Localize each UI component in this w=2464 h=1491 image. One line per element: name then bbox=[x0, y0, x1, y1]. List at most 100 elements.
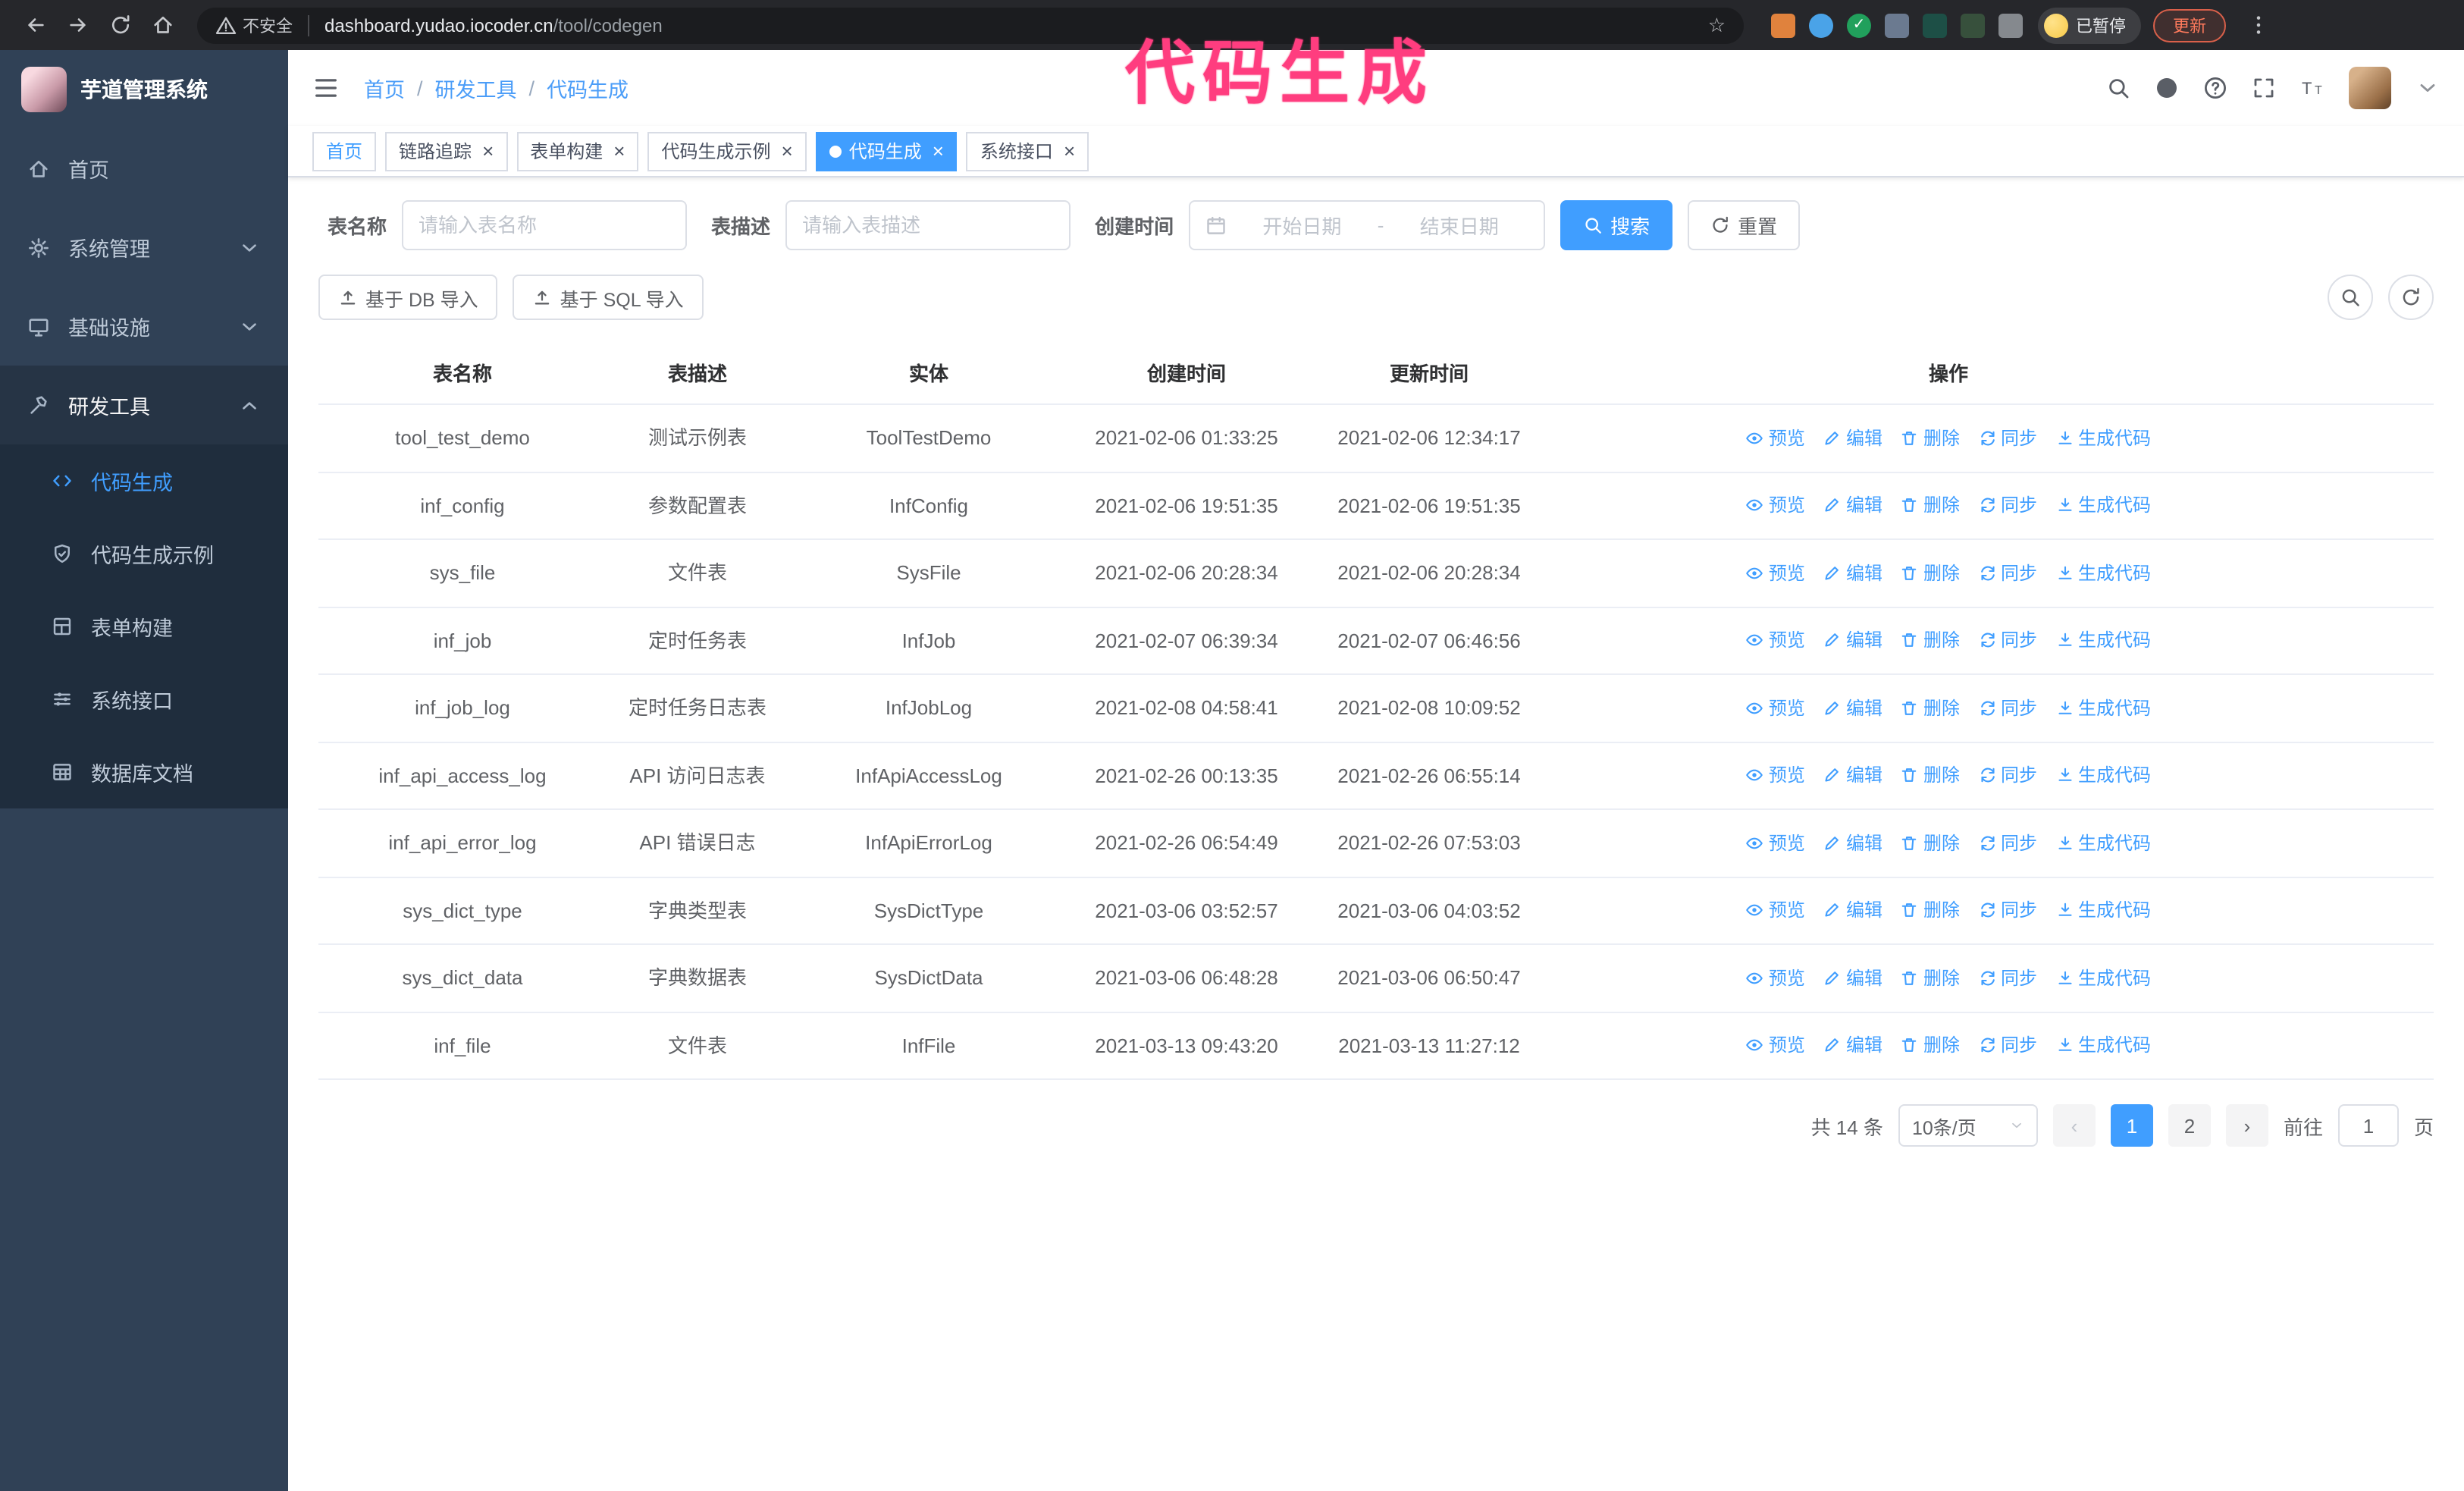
bookmark-star-icon[interactable]: ☆ bbox=[1708, 13, 1726, 37]
action-preview[interactable]: 预览 bbox=[1746, 695, 1805, 722]
tab-form-builder[interactable]: 表单构建 × bbox=[516, 131, 639, 171]
close-icon[interactable]: × bbox=[482, 141, 494, 161]
toggle-search-button[interactable] bbox=[2328, 275, 2373, 320]
action-delete[interactable]: 删除 bbox=[1901, 1032, 1960, 1059]
tab-system-api[interactable]: 系统接口 × bbox=[966, 131, 1089, 171]
action-sync[interactable]: 同步 bbox=[1978, 897, 2037, 924]
action-preview[interactable]: 预览 bbox=[1746, 897, 1805, 924]
action-sync[interactable]: 同步 bbox=[1978, 425, 2037, 452]
sidebar-subitem-db-doc[interactable]: 数据库文档 bbox=[0, 736, 288, 808]
prev-page-button[interactable]: ‹ bbox=[2052, 1104, 2096, 1147]
action-delete[interactable]: 删除 bbox=[1901, 897, 1960, 924]
chrome-update-button[interactable]: 更新 bbox=[2153, 8, 2226, 42]
action-edit[interactable]: 编辑 bbox=[1823, 965, 1882, 992]
action-preview[interactable]: 预览 bbox=[1746, 627, 1805, 654]
breadcrumb-item[interactable]: 研发工具 bbox=[435, 73, 517, 103]
action-edit[interactable]: 编辑 bbox=[1823, 492, 1882, 519]
ext-drop-icon[interactable] bbox=[1809, 13, 1833, 37]
action-edit[interactable]: 编辑 bbox=[1823, 695, 1882, 722]
action-generate-code[interactable]: 生成代码 bbox=[2055, 830, 2151, 857]
help-icon[interactable] bbox=[2203, 76, 2227, 100]
sidebar-subitem-codegen[interactable]: 代码生成 bbox=[0, 444, 288, 517]
reset-button[interactable]: 重置 bbox=[1688, 200, 1801, 250]
sidebar-item-devtools[interactable]: 研发工具 bbox=[0, 366, 288, 444]
sidebar-item-home[interactable]: 首页 bbox=[0, 129, 288, 208]
address-bar[interactable]: 不安全 dashboard.yudao.iocoder.cn/tool/code… bbox=[197, 7, 1744, 43]
ext-people-icon[interactable] bbox=[1885, 13, 1909, 37]
page-button-1[interactable]: 1 bbox=[2110, 1104, 2153, 1147]
tab-home[interactable]: 首页 bbox=[312, 131, 377, 171]
fullscreen-icon[interactable] bbox=[2252, 76, 2276, 100]
action-delete[interactable]: 删除 bbox=[1901, 492, 1960, 519]
action-edit[interactable]: 编辑 bbox=[1823, 425, 1882, 452]
refresh-button[interactable] bbox=[2388, 275, 2434, 320]
browser-home-icon[interactable] bbox=[143, 5, 182, 45]
action-delete[interactable]: 删除 bbox=[1901, 762, 1960, 789]
action-generate-code[interactable]: 生成代码 bbox=[2055, 1032, 2151, 1059]
search-icon[interactable] bbox=[2106, 76, 2130, 100]
close-icon[interactable]: × bbox=[613, 141, 625, 161]
action-generate-code[interactable]: 生成代码 bbox=[2055, 492, 2151, 519]
action-delete[interactable]: 删除 bbox=[1901, 627, 1960, 654]
import-db-button[interactable]: 基于 DB 导入 bbox=[318, 275, 498, 320]
action-generate-code[interactable]: 生成代码 bbox=[2055, 897, 2151, 924]
sidebar-item-system[interactable]: 系统管理 bbox=[0, 208, 288, 287]
action-delete[interactable]: 删除 bbox=[1901, 830, 1960, 857]
action-preview[interactable]: 预览 bbox=[1746, 560, 1805, 587]
action-preview[interactable]: 预览 bbox=[1746, 1032, 1805, 1059]
user-avatar[interactable] bbox=[2349, 67, 2391, 109]
tab-codegen-demo[interactable]: 代码生成示例 × bbox=[647, 131, 807, 171]
action-preview[interactable]: 预览 bbox=[1746, 762, 1805, 789]
breadcrumb-item[interactable]: 首页 bbox=[364, 73, 405, 103]
sidebar-item-infra[interactable]: 基础设施 bbox=[0, 287, 288, 366]
table-name-input[interactable] bbox=[402, 200, 688, 250]
tab-codegen[interactable]: 代码生成 × bbox=[815, 131, 958, 171]
ext-check-icon[interactable]: ✓ bbox=[1847, 13, 1871, 37]
font-size-icon[interactable]: TT bbox=[2300, 76, 2324, 100]
action-sync[interactable]: 同步 bbox=[1978, 965, 2037, 992]
action-generate-code[interactable]: 生成代码 bbox=[2055, 695, 2151, 722]
action-preview[interactable]: 预览 bbox=[1746, 830, 1805, 857]
not-secure-warning[interactable]: 不安全 bbox=[215, 13, 293, 37]
action-edit[interactable]: 编辑 bbox=[1823, 830, 1882, 857]
page-size-select[interactable]: 10条/页 bbox=[1898, 1104, 2038, 1147]
action-sync[interactable]: 同步 bbox=[1978, 1032, 2037, 1059]
action-sync[interactable]: 同步 bbox=[1978, 492, 2037, 519]
action-preview[interactable]: 预览 bbox=[1746, 965, 1805, 992]
action-preview[interactable]: 预览 bbox=[1746, 492, 1805, 519]
action-generate-code[interactable]: 生成代码 bbox=[2055, 425, 2151, 452]
action-edit[interactable]: 编辑 bbox=[1823, 627, 1882, 654]
sidebar-toggle-icon[interactable] bbox=[312, 74, 340, 102]
ext-leaf-icon[interactable] bbox=[1961, 13, 1985, 37]
action-edit[interactable]: 编辑 bbox=[1823, 762, 1882, 789]
ext-wallet-icon[interactable] bbox=[1923, 13, 1947, 37]
action-sync[interactable]: 同步 bbox=[1978, 627, 2037, 654]
breadcrumb-item[interactable]: 代码生成 bbox=[547, 73, 629, 103]
app-logo[interactable]: 芋道管理系统 bbox=[0, 50, 288, 129]
import-sql-button[interactable]: 基于 SQL 导入 bbox=[513, 275, 704, 320]
ext-puzzle-icon[interactable] bbox=[1998, 13, 2023, 37]
reload-icon[interactable] bbox=[100, 5, 140, 45]
action-generate-code[interactable]: 生成代码 bbox=[2055, 965, 2151, 992]
github-icon[interactable] bbox=[2155, 76, 2179, 100]
close-icon[interactable]: × bbox=[933, 141, 944, 161]
action-delete[interactable]: 删除 bbox=[1901, 425, 1960, 452]
action-delete[interactable]: 删除 bbox=[1901, 695, 1960, 722]
sidebar-subitem-form-builder[interactable]: 表单构建 bbox=[0, 590, 288, 663]
table-desc-input[interactable] bbox=[785, 200, 1071, 250]
goto-page-input[interactable] bbox=[2337, 1104, 2399, 1147]
close-icon[interactable]: × bbox=[1064, 141, 1075, 161]
browser-menu-kebab-icon[interactable] bbox=[2238, 5, 2277, 45]
action-sync[interactable]: 同步 bbox=[1978, 560, 2037, 587]
action-sync[interactable]: 同步 bbox=[1978, 695, 2037, 722]
avatar-caret-icon[interactable] bbox=[2415, 76, 2440, 100]
next-page-button[interactable]: › bbox=[2225, 1104, 2268, 1147]
action-delete[interactable]: 删除 bbox=[1901, 965, 1960, 992]
forward-icon[interactable] bbox=[58, 5, 97, 45]
profile-paused-badge[interactable]: 已暂停 bbox=[2038, 7, 2141, 43]
close-icon[interactable]: × bbox=[782, 141, 793, 161]
action-generate-code[interactable]: 生成代码 bbox=[2055, 627, 2151, 654]
action-edit[interactable]: 编辑 bbox=[1823, 1032, 1882, 1059]
action-delete[interactable]: 删除 bbox=[1901, 560, 1960, 587]
sidebar-subitem-codegen-demo[interactable]: 代码生成示例 bbox=[0, 517, 288, 590]
